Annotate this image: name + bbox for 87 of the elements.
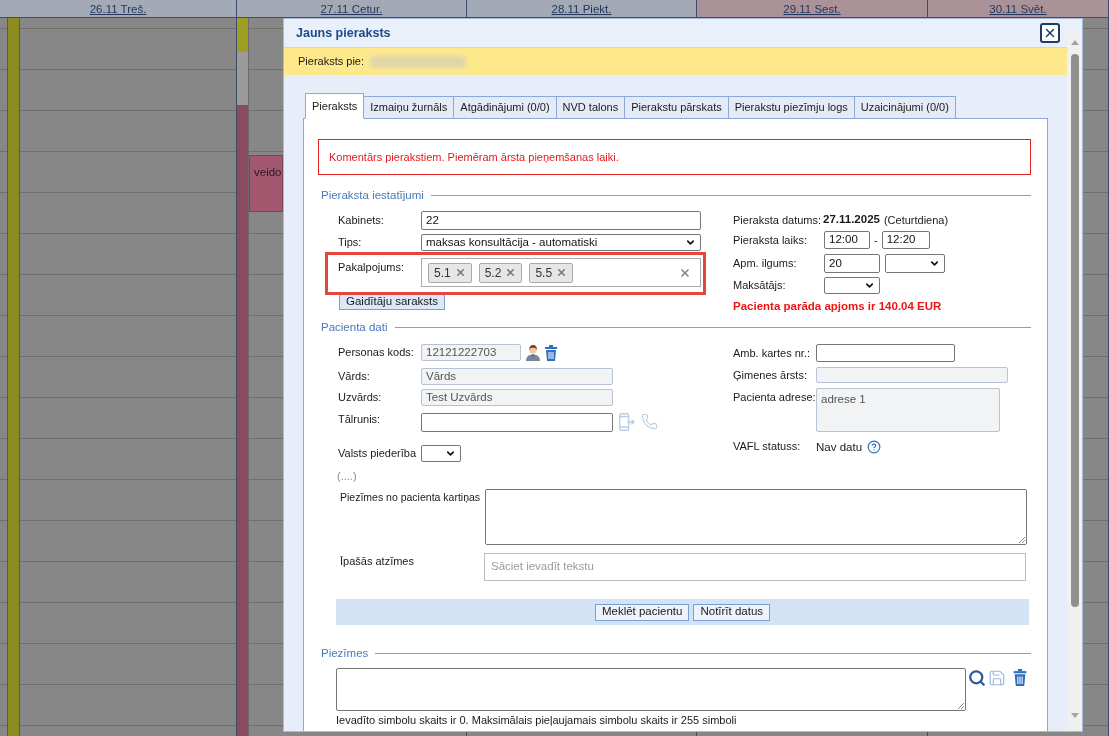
field-label: Pieraksta laiks: (733, 233, 808, 247)
section-legend: Pacienta dati (321, 320, 388, 334)
chevron-down-icon (929, 258, 940, 269)
debt-notice: Pacienta parāda apjoms ir 140.04 EUR (733, 299, 943, 313)
scrollbar[interactable] (1067, 34, 1082, 731)
field-label: Maksātājs: (733, 279, 787, 292)
input-field[interactable] (816, 344, 955, 362)
weekday-text: (Ceturtdiena) (883, 212, 949, 228)
dialog-title: Jauns pieraksts (296, 24, 391, 42)
remove-icon[interactable] (505, 267, 517, 278)
close-button[interactable] (1040, 23, 1060, 43)
field-label: Personas kods: (338, 346, 415, 359)
scroll-down-arrow-icon[interactable] (1070, 713, 1079, 718)
select-field[interactable] (421, 445, 461, 462)
textarea-field[interactable] (485, 489, 1027, 545)
help-icon[interactable] (867, 439, 882, 454)
select-field[interactable] (824, 277, 880, 294)
field-label: Kabinets: (338, 214, 385, 227)
tab[interactable]: Pieraksts (305, 93, 365, 119)
input-field[interactable]: 22 (421, 211, 701, 230)
field-label: Pieraksta datums: (733, 213, 823, 227)
tab[interactable]: Uzaicinājumi (0/0) (854, 96, 956, 119)
field-label: Tips: (338, 236, 363, 249)
close-icon (1043, 26, 1057, 40)
day-link[interactable]: 26.11 Treš. (89, 1, 147, 16)
resize-grip-icon[interactable] (957, 702, 964, 709)
search-icon[interactable] (968, 669, 986, 687)
tag-chip[interactable]: 5.2 (478, 262, 523, 283)
select-field[interactable] (885, 254, 945, 273)
section-legend: Piezīmes (321, 646, 369, 660)
input-field[interactable] (816, 367, 1008, 383)
input-field[interactable]: 12:20 (881, 231, 930, 249)
field-label: Pacienta adrese: (733, 390, 816, 404)
day-link[interactable]: 28.11 Piekt. (551, 1, 612, 16)
input-field[interactable]: 12:00 (824, 231, 870, 249)
day-link[interactable]: 27.11 Cetur. (320, 1, 383, 16)
range-separator: - (874, 232, 878, 248)
input-field[interactable]: 12121222703 (421, 344, 521, 361)
textarea-field[interactable] (336, 668, 966, 711)
input-field[interactable] (421, 413, 613, 432)
clear-data-button[interactable]: Notīrīt datus (693, 603, 771, 621)
trash-icon[interactable] (545, 344, 557, 361)
day-link[interactable]: 30.11 Svēt. (989, 1, 1047, 16)
clear-icon[interactable] (679, 266, 691, 279)
field-label: Piezīmes no pacienta kartiņas (340, 490, 482, 504)
tag-chip[interactable]: 5.1 (428, 262, 472, 283)
tab[interactable]: Izmaiņu žurnāls (364, 96, 455, 119)
field-label: Uzvārds: (338, 391, 383, 404)
character-counter: Ievadīto simbolu skaits ir 0. Maksimālais pieļaujamais simbolu skaits ir 255 simboli (336, 714, 737, 727)
tab[interactable]: NVD talons (556, 96, 626, 119)
section-legend: Pieraksta iestatījumi (321, 188, 424, 202)
chevron-down-icon (685, 237, 696, 248)
input-field[interactable]: Vārds (421, 368, 613, 385)
resize-grip-icon[interactable] (1018, 536, 1025, 543)
remove-icon[interactable] (454, 267, 466, 278)
day-link[interactable]: 29.11 Sest. (783, 1, 841, 16)
scroll-up-arrow-icon[interactable] (1070, 40, 1079, 45)
person-icon[interactable] (525, 344, 541, 361)
field-label: Valsts piederība (338, 447, 418, 460)
select-field[interactable]: maksas konsultācija - automatiski (421, 234, 701, 251)
date-value: 27.11.2025 (823, 212, 880, 228)
more-link[interactable]: (....) (337, 470, 357, 483)
trash-icon[interactable] (1012, 669, 1028, 686)
tab[interactable]: Pierakstu pārskats (625, 96, 729, 119)
tab[interactable]: Pierakstu piezīmju logs (728, 96, 855, 119)
field-label: Amb. kartes nr.: (733, 346, 812, 360)
field-label: Vārds: (338, 370, 371, 383)
field-label: VAFL statuss: (733, 440, 802, 453)
search-patient-button[interactable]: Meklēt pacientu (594, 603, 690, 621)
chevron-down-icon (864, 280, 875, 291)
field-label: Pakalpojums: (338, 260, 406, 274)
input-field[interactable]: 20 (824, 254, 880, 273)
status-value: Nav datu (816, 439, 863, 454)
remove-icon[interactable] (556, 267, 568, 278)
field-label: Tālrunis: (338, 413, 382, 426)
field-label: Apm. ilgums: (733, 257, 798, 270)
banner-label: Pieraksts pie: (298, 54, 365, 70)
comment-notice: Komentārs pierakstiem. Piemēram ārsta pieņemšanas laiki. (318, 139, 1031, 175)
tag-chip[interactable]: 5.5 (529, 262, 574, 283)
field-label: Īpašās atzīmes (340, 554, 415, 568)
chevron-down-icon (445, 448, 456, 459)
input-field[interactable]: Test Uzvārds (421, 389, 613, 406)
tag-input-field[interactable]: 5.1 5.2 5.5 (421, 258, 701, 287)
textarea-field[interactable]: adrese 1 (816, 388, 1000, 432)
tab[interactable]: Atgādinājumi (0/0) (454, 96, 557, 119)
field-label: Ģimenes ārsts: (733, 368, 808, 382)
scrollbar-thumb[interactable] (1070, 54, 1079, 607)
